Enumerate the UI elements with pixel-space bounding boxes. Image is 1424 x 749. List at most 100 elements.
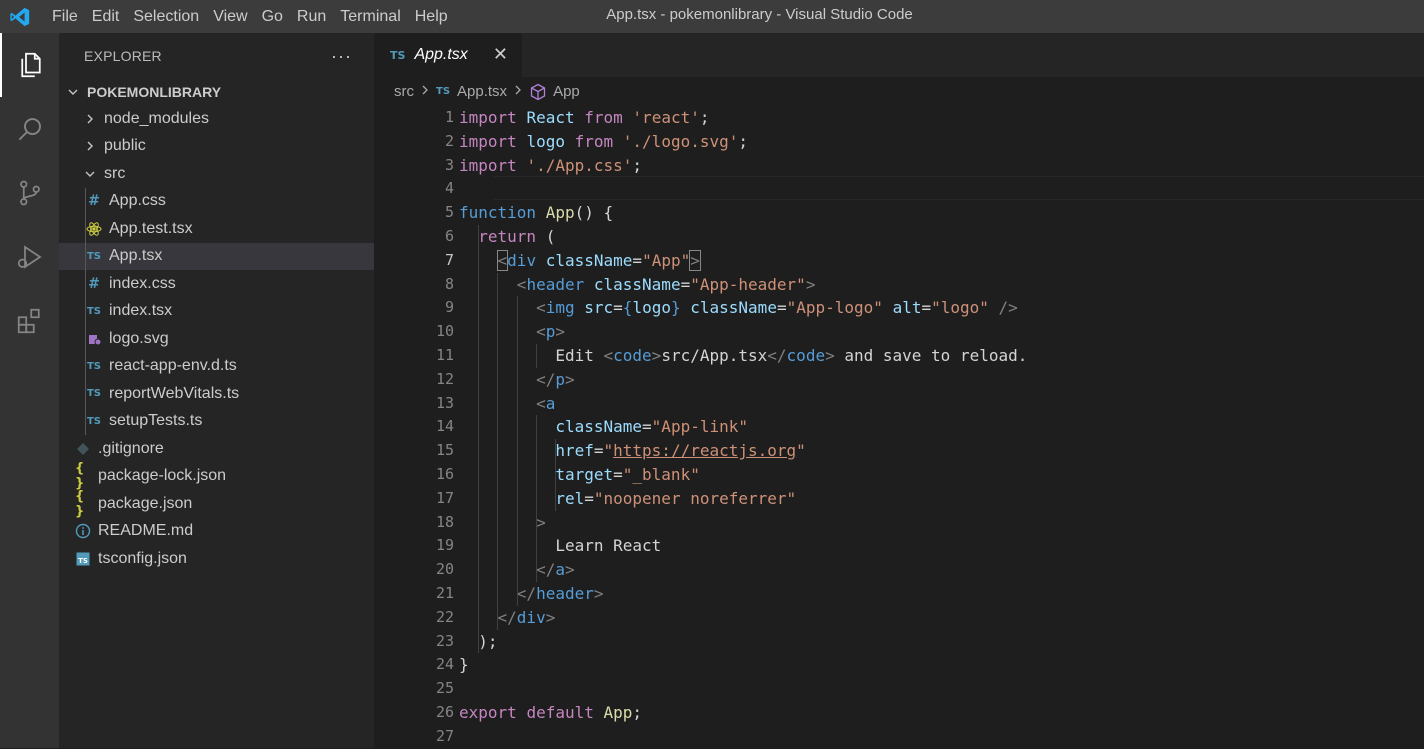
typescript-file-icon: TS [86, 415, 102, 427]
svg-text:TS: TS [78, 557, 88, 565]
code-text: return ( [478, 227, 556, 246]
code-line: 13 <a [374, 392, 1424, 416]
line-number: 27 [435, 726, 454, 745]
line-number: 14 [435, 417, 454, 436]
line-number: 12 [435, 369, 454, 388]
file-label: src [104, 164, 126, 182]
indent-guide [497, 272, 498, 630]
line-number: 16 [435, 465, 454, 483]
file-react-app-env-d-ts[interactable]: TS react-app-env.d.ts [59, 353, 374, 381]
line-number: 20 [435, 560, 454, 579]
breadcrumb-folder[interactable]: src [394, 83, 414, 100]
file-package-json[interactable]: { } package.json [59, 489, 374, 519]
folder-public[interactable]: public [59, 133, 374, 161]
folder-node-modules[interactable]: node_modules [59, 105, 374, 133]
code-line: 11 Edit <code>src/App.tsx</code> and sav… [374, 344, 1424, 368]
code-line: 14 className="App-link" [374, 415, 1424, 439]
code-line: 25 [374, 677, 1424, 701]
line-number: 9 [444, 298, 454, 317]
project-folder[interactable]: POKEMONLIBRARY [59, 79, 374, 105]
menu-file[interactable]: File [40, 0, 84, 33]
file-label: index.tsx [109, 302, 173, 320]
file-reportwebvitals-ts[interactable]: TS reportWebVitals.ts [59, 380, 374, 408]
indent-guide [555, 439, 556, 511]
line-number: 26 [435, 703, 454, 721]
info-file-icon [75, 523, 91, 539]
file-tsconfig-json[interactable]: TS tsconfig.json [59, 545, 374, 573]
code-text: import React from 'react'; [459, 108, 710, 127]
code-line: 5 function App() { [374, 201, 1424, 225]
explorer-icon[interactable] [0, 33, 59, 97]
title-bar: File Edit Selection View Go Run Terminal Help A… [0, 0, 1424, 33]
code-line: 3 import './App.css'; [374, 154, 1424, 178]
chevron-down-icon [82, 168, 98, 180]
tsconfig-file-icon: TS [75, 552, 91, 566]
typescript-file-icon: TS [390, 48, 406, 62]
line-number: 18 [435, 512, 454, 531]
file-app-tsx[interactable]: TS App.tsx [59, 242, 374, 270]
line-number: 13 [435, 393, 454, 412]
run-debug-icon[interactable] [0, 225, 59, 289]
search-icon[interactable] [0, 97, 59, 161]
code-text: export default App; [459, 703, 643, 722]
source-control-icon[interactable] [0, 161, 59, 225]
code-text: </header> [516, 584, 604, 603]
chevron-right-icon [82, 140, 98, 152]
folder-src[interactable]: src [59, 160, 374, 188]
line-number: 22 [435, 607, 454, 626]
chevron-right-icon [513, 83, 523, 100]
line-number: 2 [444, 131, 454, 150]
chevron-down-icon [65, 86, 81, 98]
chevron-right-icon [82, 113, 98, 125]
file-app-css[interactable]: # App.css [59, 188, 374, 216]
indent-guide [536, 344, 537, 368]
project-name: POKEMONLIBRARY [87, 84, 222, 100]
menu-edit[interactable]: Edit [86, 0, 126, 33]
explorer-header: EXPLORER ··· [59, 33, 374, 79]
breadcrumb-symbol[interactable]: App [553, 83, 580, 100]
more-actions-icon[interactable]: ··· [331, 46, 352, 67]
file-tree: node_modules public src # App.css App.test.ts… [59, 105, 374, 573]
file-package-lock-json[interactable]: { } package-lock.json [59, 461, 374, 492]
extensions-icon[interactable] [0, 289, 59, 353]
line-number: 11 [435, 346, 454, 364]
file-label: setupTests.ts [109, 412, 203, 430]
menu-go[interactable]: Go [256, 0, 289, 33]
tab-app-tsx[interactable]: TS App.tsx ✕ [374, 33, 522, 77]
typescript-file-icon: TS [436, 86, 451, 97]
symbol-method-icon [529, 83, 547, 101]
code-text: className="App-link" [555, 417, 748, 437]
line-number: 19 [435, 536, 454, 555]
close-icon[interactable]: ✕ [493, 44, 508, 65]
css-file-icon: # [88, 275, 100, 292]
menu-help[interactable]: Help [409, 0, 454, 33]
breadcrumb-file[interactable]: App.tsx [457, 83, 507, 100]
json-file-icon: { } [75, 461, 85, 492]
file-logo-svg[interactable]: logo.svg [59, 325, 374, 353]
typescript-file-icon: TS [86, 305, 102, 317]
menu-view[interactable]: View [207, 0, 253, 33]
file-label: tsconfig.json [98, 549, 187, 567]
code-text: <div className="App"> [496, 249, 701, 271]
file-setuptests-ts[interactable]: TS setupTests.ts [59, 408, 374, 436]
tab-bar: TS App.tsx ✕ [374, 33, 1424, 77]
file--gitignore[interactable]: .gitignore [59, 435, 374, 463]
line-number: 3 [444, 155, 454, 174]
code-line: 17 rel="noopener noreferrer" [374, 487, 1424, 511]
menu-terminal[interactable]: Terminal [334, 0, 406, 33]
menu-selection[interactable]: Selection [127, 0, 205, 33]
file-app-test-tsx[interactable]: App.test.tsx [59, 215, 374, 243]
file-index-css[interactable]: # index.css [59, 270, 374, 298]
git-file-icon [75, 442, 91, 456]
code-text: <a [536, 393, 556, 413]
menu-run[interactable]: Run [291, 0, 332, 33]
indent-guide [478, 225, 479, 654]
file-label: package-lock.json [98, 467, 227, 485]
file-label: App.css [109, 192, 166, 210]
file-index-tsx[interactable]: TS index.tsx [59, 298, 374, 326]
code-text: import './App.css'; [459, 155, 643, 175]
code-text: } [459, 655, 469, 675]
code-text: rel="noopener noreferrer" [555, 488, 797, 508]
file-readme-md[interactable]: README.md [59, 518, 374, 546]
explorer-sidebar: EXPLORER ··· POKEMONLIBRARY node_modules… [59, 33, 374, 748]
